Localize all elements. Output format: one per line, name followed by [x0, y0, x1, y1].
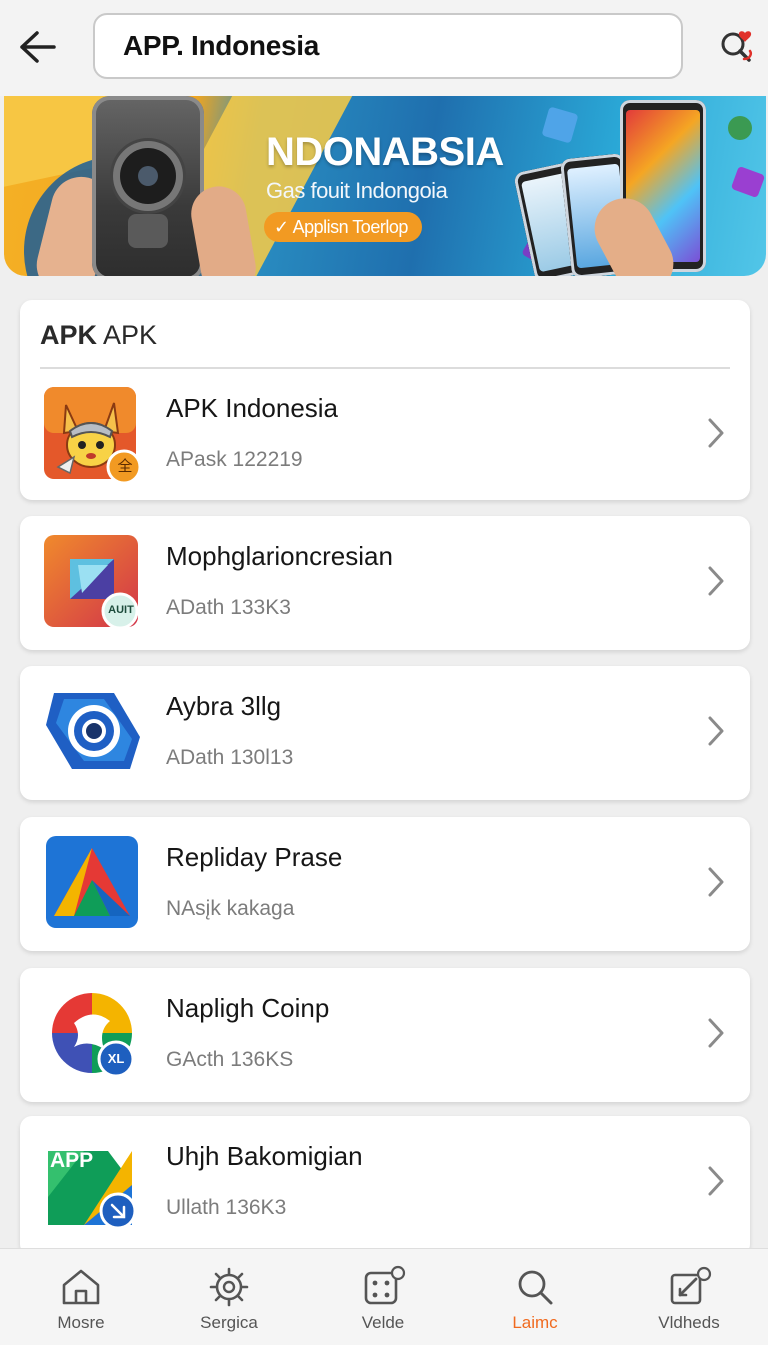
nav-label: Sergica	[200, 1313, 258, 1332]
app-name: Repliday Prase	[166, 842, 343, 872]
banner-decoration	[728, 116, 752, 140]
chevron-right-icon	[706, 416, 726, 450]
promo-banner[interactable]: NDONABSIA Gas fouit Indongoia ✓ Applisn …	[4, 96, 766, 276]
app-badge: 全	[117, 458, 133, 475]
blue-ring-app-icon	[44, 685, 140, 781]
app-meta: ADath 130l13	[166, 746, 294, 769]
chevron-right-icon	[706, 564, 726, 598]
divider	[40, 367, 730, 369]
nav-label: Mosre	[57, 1313, 105, 1332]
section-title: APK APK	[40, 320, 158, 350]
app-name: Mophglarioncresian	[166, 541, 393, 571]
nav-label: Laimc	[512, 1313, 558, 1332]
back-arrow-icon[interactable]	[14, 24, 60, 70]
app-badge: XL	[107, 1051, 125, 1066]
edit-icon	[666, 1265, 712, 1309]
home-icon	[58, 1265, 104, 1309]
top-bar: APP. Indonesia	[0, 0, 768, 96]
app-section: APK APK 全 APK Indonesia APask 122219	[20, 300, 750, 500]
phone-illustration	[92, 96, 204, 276]
app-name: Uhjh Bakomigian	[166, 1141, 363, 1171]
nav-label: Vldheds	[658, 1313, 720, 1332]
banner-subtitle: Gas fouit Indongoia	[266, 178, 448, 203]
app-meta: APask 122219	[166, 448, 303, 471]
chevron-right-icon	[706, 1016, 726, 1050]
app-badge: AUIT	[108, 604, 134, 616]
nav-item-games[interactable]: Velde	[308, 1249, 458, 1345]
banner-decoration	[730, 165, 766, 199]
swirl-app-icon: XL	[44, 987, 140, 1083]
list-item[interactable]: AUIT Mophglarioncresian ADath 133K3	[20, 516, 750, 650]
chevron-right-icon	[706, 865, 726, 899]
nav-item-search[interactable]: Laimc	[460, 1249, 610, 1345]
triangle-app-icon	[44, 836, 140, 932]
chevron-right-icon	[706, 1164, 726, 1198]
list-item[interactable]: XL Napligh Coinp GActh 136KS	[20, 968, 750, 1102]
search-icon	[512, 1265, 558, 1309]
chevron-right-icon	[706, 714, 726, 748]
list-item[interactable]: 全 APK Indonesia APask 122219	[20, 370, 750, 500]
list-item[interactable]: Aybra 3llg ADath 130l13	[20, 666, 750, 800]
app-meta: NAsįk kakaga	[166, 897, 295, 920]
app-name: Aybra 3llg	[166, 691, 282, 721]
app-meta: GActh 136KS	[166, 1048, 294, 1071]
checkmark-icon: ✓	[274, 217, 289, 237]
app-name: Napligh Coinp	[166, 993, 330, 1023]
gear-icon	[206, 1265, 252, 1309]
folder-app-icon: AUIT	[44, 535, 140, 631]
bottom-navigation: Mosre Sergica Velde Laimc Vldheds	[0, 1248, 768, 1345]
search-input[interactable]: APP. Indonesia	[93, 13, 683, 79]
banner-cta-label: Applisn Toerlop	[292, 217, 409, 237]
nav-item-settings[interactable]: Sergica	[154, 1249, 304, 1345]
banner-decoration	[541, 106, 579, 144]
app-name: APK Indonesia	[166, 393, 339, 423]
banner-cta-button[interactable]: ✓ Applisn Toerlop	[264, 212, 422, 242]
list-item[interactable]: APP Uhjh Bakomigian Ullath 136K3	[20, 1116, 750, 1256]
list-item[interactable]: Repliday Prase NAsįk kakaga	[20, 817, 750, 951]
nav-label: Velde	[361, 1313, 405, 1332]
fox-warrior-app-icon: 全	[44, 387, 142, 485]
search-icon[interactable]	[714, 24, 760, 70]
banner-title: NDONABSIA	[266, 130, 504, 174]
app-meta: Ullath 136K3	[166, 1196, 287, 1219]
app-logo-icon: APP	[44, 1135, 140, 1231]
dice-icon	[360, 1265, 406, 1309]
app-badge: APP	[50, 1149, 94, 1172]
app-meta: ADath 133K3	[166, 596, 291, 619]
nav-item-home[interactable]: Mosre	[6, 1249, 156, 1345]
nav-item-edit[interactable]: Vldheds	[614, 1249, 764, 1345]
